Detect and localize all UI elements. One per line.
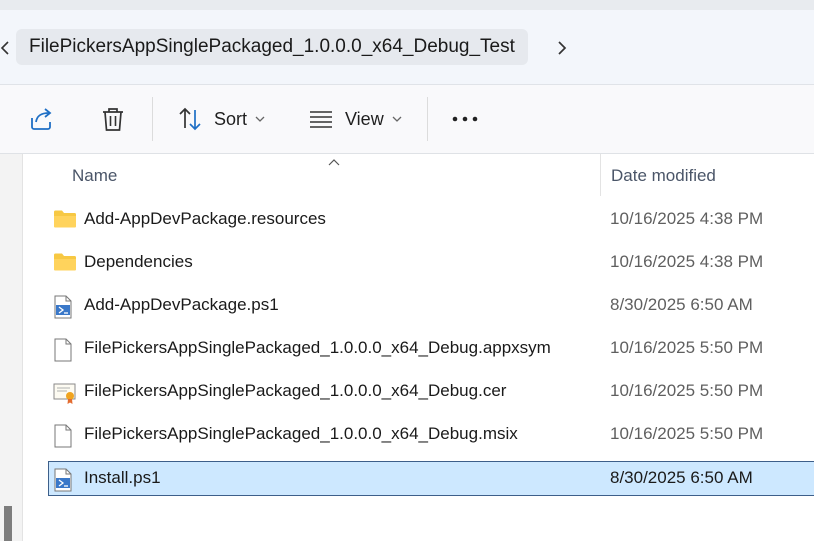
file-date-modified: 10/16/2025 4:38 PM	[610, 209, 764, 228]
sort-icon	[176, 105, 204, 133]
file-row[interactable]: FilePickersAppSinglePackaged_1.0.0.0_x64…	[49, 332, 814, 366]
file-date-modified: 10/16/2025 5:50 PM	[610, 424, 764, 443]
chevron-down-icon	[255, 110, 265, 128]
navigation-pane	[0, 154, 23, 541]
address-left-chevron[interactable]	[0, 10, 10, 84]
view-list-icon	[307, 105, 335, 133]
file-icon	[53, 338, 73, 367]
file-row[interactable]: Add-AppDevPackage.resources 10/16/2025 4:…	[49, 203, 814, 237]
file-name: FilePickersAppSinglePackaged_1.0.0.0_x64…	[84, 338, 551, 357]
folder-icon	[53, 209, 77, 234]
more-icon	[450, 114, 480, 124]
file-date-modified: 10/16/2025 4:38 PM	[610, 252, 764, 271]
breadcrumb-chevron[interactable]	[556, 39, 568, 62]
breadcrumb-current-folder[interactable]: FilePickersAppSinglePackaged_1.0.0.0_x64…	[16, 29, 528, 65]
file-date-modified: 8/30/2025 6:50 AM	[610, 468, 753, 487]
folder-icon	[53, 252, 77, 277]
navigation-scrollbar-thumb[interactable]	[4, 506, 12, 541]
column-divider[interactable]	[600, 154, 601, 196]
file-row[interactable]: Add-AppDevPackage.ps1 8/30/2025 6:50 AM	[49, 289, 814, 323]
view-button[interactable]: View	[307, 85, 402, 153]
share-icon	[26, 104, 56, 134]
address-bar: FilePickersAppSinglePackaged_1.0.0.0_x64…	[0, 10, 814, 85]
column-header-name[interactable]: Name	[72, 166, 117, 186]
file-name: Install.ps1	[84, 468, 161, 487]
view-label: View	[345, 108, 384, 129]
file-date-modified: 8/30/2025 6:50 AM	[610, 295, 753, 314]
column-header-row: Name Date modified	[22, 154, 814, 198]
chevron-down-icon	[392, 110, 402, 128]
powershell-script-icon	[53, 295, 73, 324]
file-icon	[53, 424, 73, 453]
more-options-button[interactable]	[450, 85, 480, 153]
file-row[interactable]: FilePickersAppSinglePackaged_1.0.0.0_x64…	[49, 418, 814, 452]
file-name: FilePickersAppSinglePackaged_1.0.0.0_x64…	[84, 381, 507, 400]
file-row[interactable]: Dependencies 10/16/2025 4:38 PM	[49, 246, 814, 280]
file-date-modified: 10/16/2025 5:50 PM	[610, 338, 764, 357]
chevron-right-icon	[558, 41, 567, 55]
powershell-script-icon	[53, 468, 73, 497]
sort-button[interactable]: Sort	[176, 85, 265, 153]
file-name: FilePickersAppSinglePackaged_1.0.0.0_x64…	[84, 424, 518, 443]
certificate-icon	[53, 381, 77, 410]
column-header-date-modified[interactable]: Date modified	[611, 166, 716, 186]
file-name: Dependencies	[84, 252, 193, 271]
file-row[interactable]: Install.ps1 8/30/2025 6:50 AM	[48, 461, 814, 496]
toolbar-separator	[152, 97, 153, 141]
trash-icon	[99, 104, 127, 134]
file-date-modified: 10/16/2025 5:50 PM	[610, 381, 764, 400]
sort-label: Sort	[214, 108, 248, 129]
chevron-left-icon	[0, 41, 9, 55]
sort-ascending-icon	[328, 154, 340, 172]
file-name: Add-AppDevPackage.ps1	[84, 295, 279, 314]
file-row[interactable]: FilePickersAppSinglePackaged_1.0.0.0_x64…	[49, 375, 814, 409]
toolbar-separator	[427, 97, 428, 141]
command-bar: Sort View	[0, 85, 814, 154]
window-top-strip	[0, 0, 814, 10]
file-name: Add-AppDevPackage.resources	[84, 209, 326, 228]
delete-button[interactable]	[99, 85, 127, 153]
share-button[interactable]	[26, 85, 56, 153]
